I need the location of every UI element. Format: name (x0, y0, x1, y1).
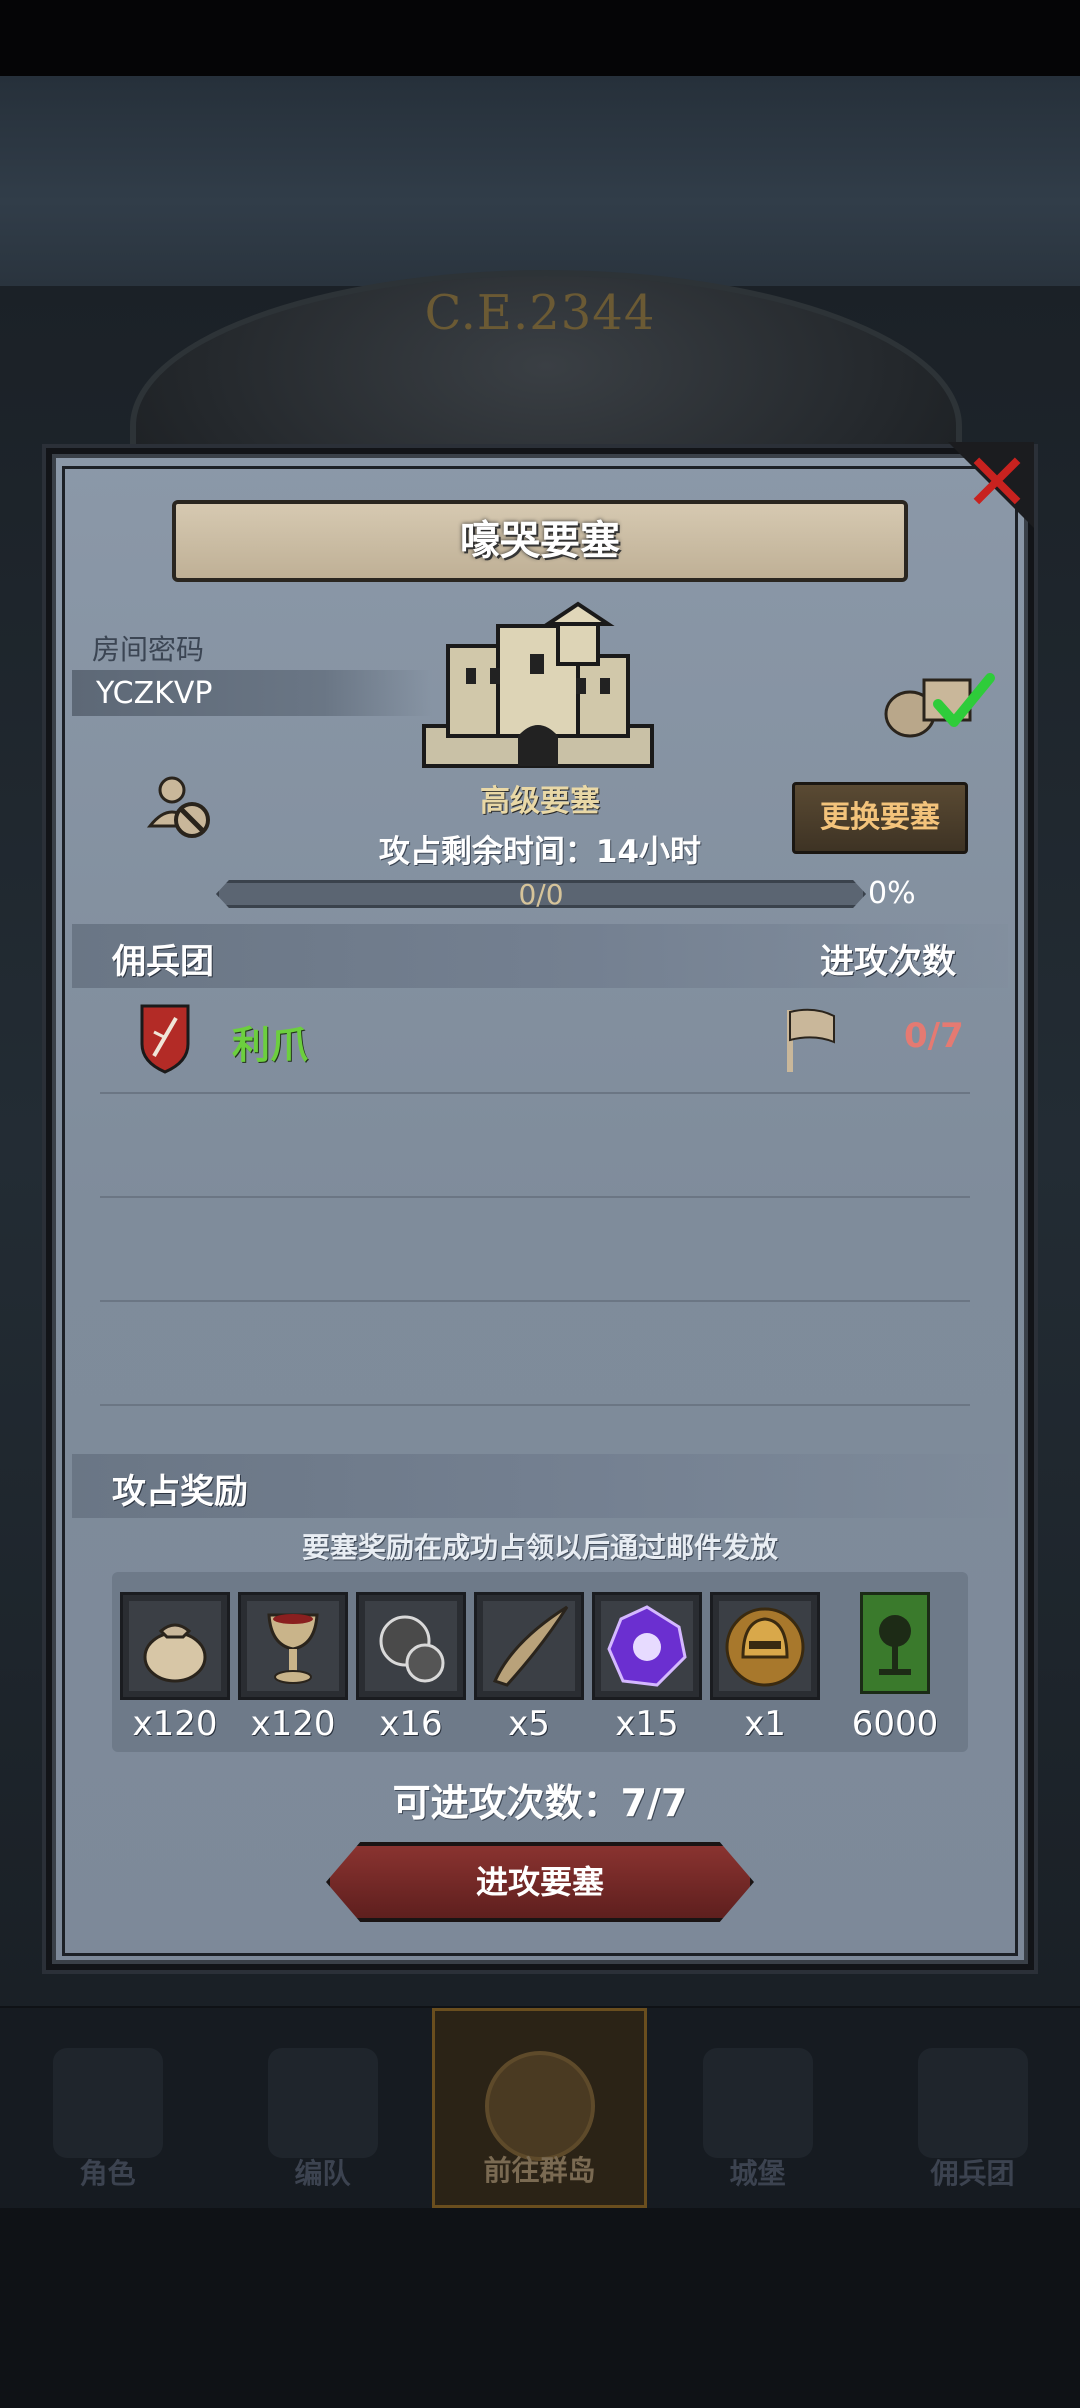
helmet-icon (267, 2048, 378, 2158)
column-mercenary: 佣兵团 (112, 942, 214, 982)
reward-count: 6000 (851, 1704, 939, 1744)
goblet-icon (247, 1601, 339, 1691)
fortress-name: 高级要塞 (480, 784, 600, 819)
room-code[interactable]: YCZKVP (96, 672, 212, 716)
reward-count: x5 (508, 1704, 550, 1744)
capture-progress-text: 0/0 (518, 878, 564, 911)
reward-title: 攻占奖励 (112, 1472, 248, 1512)
coin-bag-icon (129, 1601, 221, 1691)
reward-count: x15 (615, 1704, 679, 1744)
nav-label: 角色 (79, 2157, 136, 2190)
close-icon[interactable]: ✕ (960, 443, 1034, 523)
reward-count: x120 (132, 1704, 218, 1744)
dialog-title: 嚎哭要塞 (460, 518, 620, 564)
row-divider (100, 1196, 970, 1198)
purple-gem-icon (601, 1601, 693, 1691)
compass-icon (484, 2051, 595, 2161)
remaining-attacks: 可进攻次数：7/7 (392, 1781, 688, 1825)
reward-item[interactable] (238, 1592, 348, 1700)
nav-item-castle[interactable]: 城堡 (650, 2008, 865, 2208)
reward-item[interactable] (474, 1592, 584, 1700)
background-scene (0, 76, 1080, 286)
reward-note: 要塞奖励在成功占领以后通过邮件发放 (301, 1531, 778, 1564)
attack-count: 0/7 (904, 1016, 964, 1056)
nav-label: 佣兵团 (930, 2157, 1015, 2190)
reward-count: x1 (744, 1704, 786, 1744)
red-shield-icon (140, 1004, 190, 1074)
mercenary-name: 利爪 (232, 1023, 309, 1067)
reward-item[interactable] (860, 1592, 930, 1694)
knight-icon (52, 2048, 163, 2158)
horn-icon (483, 1601, 575, 1691)
nav-label: 编队 (294, 2157, 351, 2190)
tree-banner-icon (867, 1601, 923, 1685)
reward-item[interactable] (120, 1592, 230, 1700)
ship-icon (917, 2048, 1028, 2158)
nav-label: 城堡 (729, 2157, 786, 2190)
no-visitor-icon[interactable] (146, 772, 216, 842)
ore-icon (365, 1601, 457, 1691)
row-divider (100, 1404, 970, 1406)
reward-count: x16 (379, 1704, 443, 1744)
capture-progress-percent: 0% (868, 876, 916, 911)
row-divider (100, 1092, 970, 1094)
room-password-label: 房间密码 (92, 633, 205, 666)
top-status-bar (0, 0, 1080, 76)
attack-fortress-label[interactable]: 进攻要塞 (326, 1842, 754, 1922)
golden-helmet-icon (719, 1601, 811, 1691)
nav-item-character[interactable]: 角色 (0, 2008, 215, 2208)
reward-item[interactable] (592, 1592, 702, 1700)
row-divider (100, 1300, 970, 1302)
bag-check-icon[interactable] (876, 660, 996, 740)
nav-item-mercenary[interactable]: 佣兵团 (865, 2008, 1080, 2208)
reward-count: x120 (250, 1704, 336, 1744)
castle-icon (702, 2048, 813, 2158)
nav-label: 前往群岛 (483, 2154, 596, 2187)
year-label: C.E.2344 (424, 285, 656, 341)
fortress-icon (422, 601, 654, 768)
reward-item[interactable] (710, 1592, 820, 1700)
change-fortress-button[interactable]: 更换要塞 (792, 782, 968, 854)
nav-item-islands[interactable]: 前往群岛 (432, 2008, 647, 2208)
nav-item-formation[interactable]: 编队 (215, 2008, 430, 2208)
flag-icon (787, 1008, 835, 1072)
reward-item[interactable] (356, 1592, 466, 1700)
capture-time-remaining: 攻占剩余时间：14小时 (378, 834, 702, 870)
column-attack-count: 进攻次数 (820, 942, 956, 982)
